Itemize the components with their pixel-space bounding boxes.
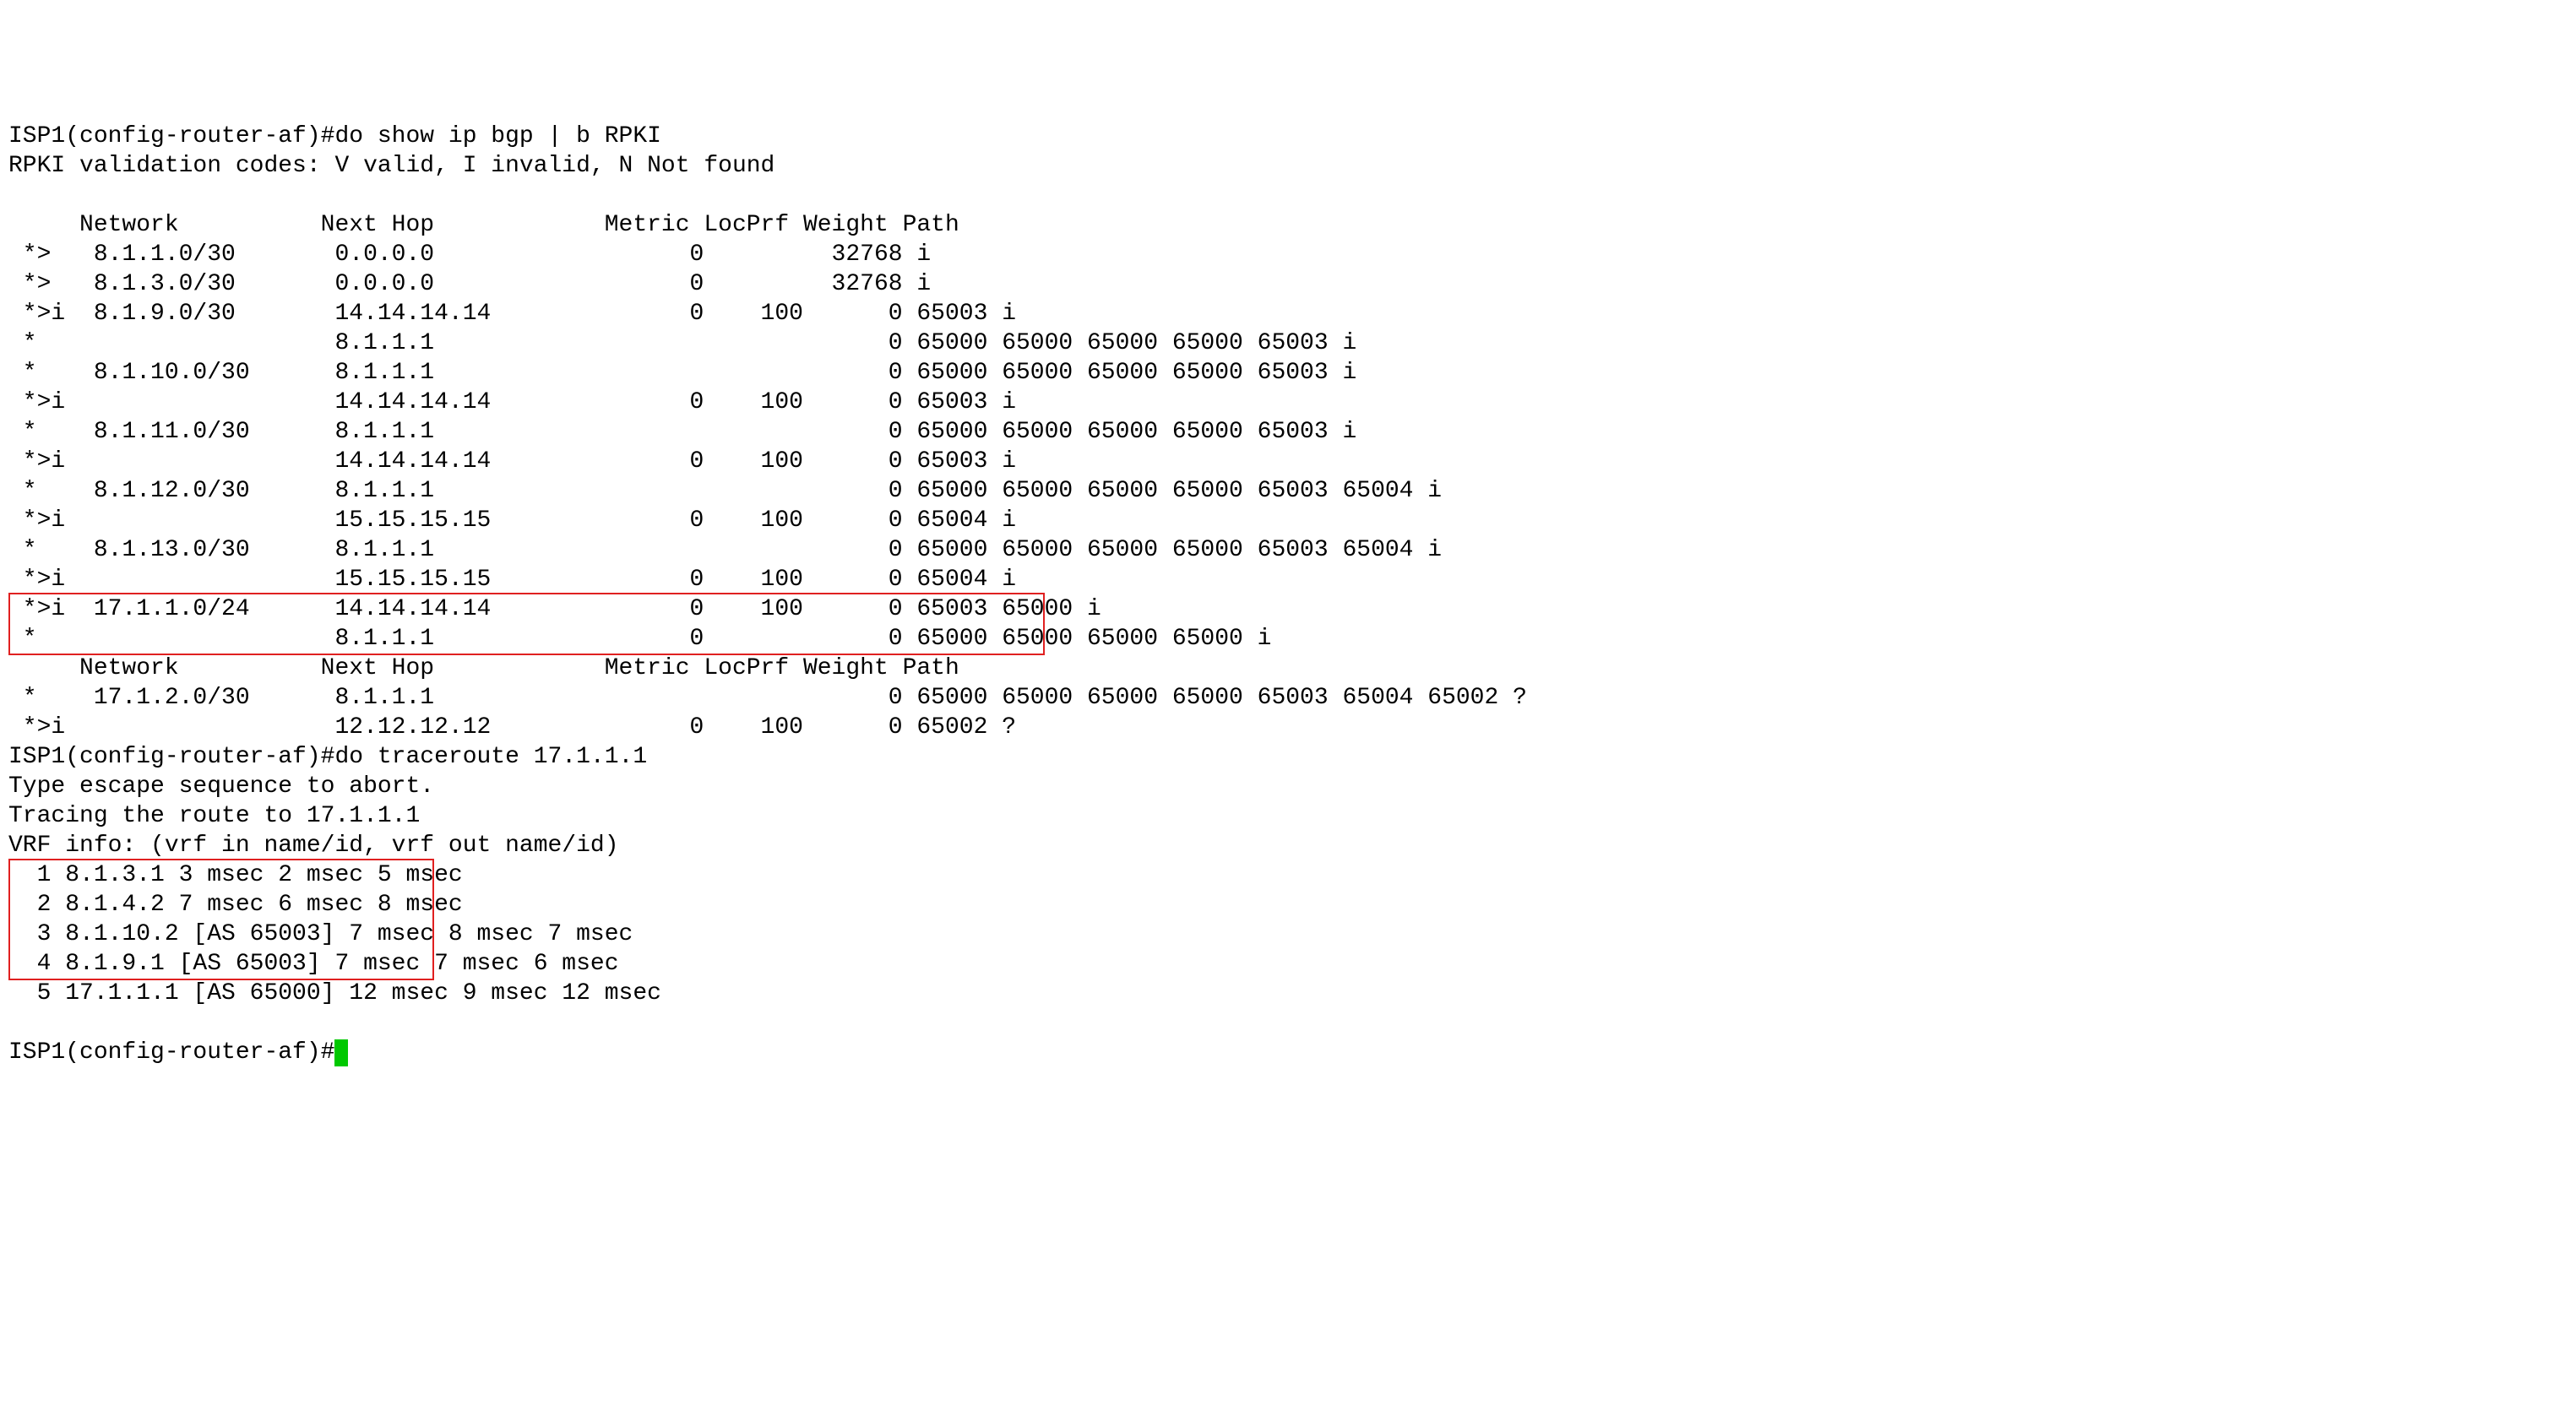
terminal-line: *>i 14.14.14.14 0 100 0 65003 i — [8, 447, 2568, 476]
terminal-line: 5 17.1.1.1 [AS 65000] 12 msec 9 msec 12 … — [8, 979, 2568, 1008]
terminal-line: *>i 17.1.1.0/24 14.14.14.14 0 100 0 6500… — [8, 594, 2568, 624]
terminal-output: ISP1(config-router-af)#do show ip bgp | … — [8, 122, 2568, 1008]
terminal-line: Tracing the route to 17.1.1.1 — [8, 801, 2568, 831]
prompt-text: ISP1(config-router-af)# — [8, 1039, 334, 1066]
terminal-line: * 8.1.11.0/30 8.1.1.1 0 65000 65000 6500… — [8, 417, 2568, 447]
terminal-line: 2 8.1.4.2 7 msec 6 msec 8 msec — [8, 890, 2568, 919]
cursor-icon — [334, 1039, 347, 1066]
terminal-line: *>i 15.15.15.15 0 100 0 65004 i — [8, 565, 2568, 594]
terminal-line: VRF info: (vrf in name/id, vrf out name/… — [8, 831, 2568, 860]
terminal-line: * 8.1.1.1 0 0 65000 65000 65000 65000 i — [8, 624, 2568, 654]
terminal-line: * 8.1.10.0/30 8.1.1.1 0 65000 65000 6500… — [8, 358, 2568, 388]
terminal-line: Network Next Hop Metric LocPrf Weight Pa… — [8, 210, 2568, 240]
terminal-line: RPKI validation codes: V valid, I invali… — [8, 151, 2568, 181]
terminal-line: *> 8.1.3.0/30 0.0.0.0 0 32768 i — [8, 269, 2568, 299]
terminal-line: * 8.1.1.1 0 65000 65000 65000 65000 6500… — [8, 328, 2568, 358]
terminal-line: *>i 12.12.12.12 0 100 0 65002 ? — [8, 713, 2568, 742]
terminal-line: ISP1(config-router-af)#do traceroute 17.… — [8, 742, 2568, 772]
terminal-line — [8, 181, 2568, 210]
terminal-line: ISP1(config-router-af)#do show ip bgp | … — [8, 122, 2568, 151]
terminal-line: 4 8.1.9.1 [AS 65003] 7 msec 7 msec 6 mse… — [8, 949, 2568, 979]
terminal-line: Type escape sequence to abort. — [8, 772, 2568, 801]
terminal-line: * 8.1.13.0/30 8.1.1.1 0 65000 65000 6500… — [8, 535, 2568, 565]
terminal-line: *>i 15.15.15.15 0 100 0 65004 i — [8, 506, 2568, 535]
terminal-line: 1 8.1.3.1 3 msec 2 msec 5 msec — [8, 860, 2568, 890]
terminal-line: * 17.1.2.0/30 8.1.1.1 0 65000 65000 6500… — [8, 683, 2568, 713]
terminal-line: * 8.1.12.0/30 8.1.1.1 0 65000 65000 6500… — [8, 476, 2568, 506]
terminal-line: *> 8.1.1.0/30 0.0.0.0 0 32768 i — [8, 240, 2568, 269]
terminal-line: *>i 14.14.14.14 0 100 0 65003 i — [8, 388, 2568, 417]
terminal-prompt-line[interactable]: ISP1(config-router-af)# — [8, 1038, 2568, 1067]
terminal-line: Network Next Hop Metric LocPrf Weight Pa… — [8, 654, 2568, 683]
terminal-line: 3 8.1.10.2 [AS 65003] 7 msec 8 msec 7 ms… — [8, 919, 2568, 949]
terminal-line: *>i 8.1.9.0/30 14.14.14.14 0 100 0 65003… — [8, 299, 2568, 328]
